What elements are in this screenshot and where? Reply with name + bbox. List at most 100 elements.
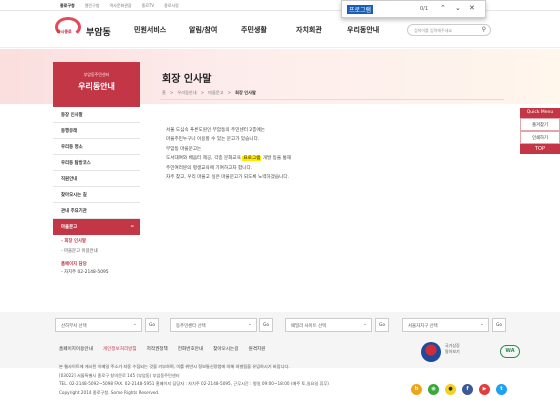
find-count: 0/1	[420, 6, 429, 12]
footer-links: 홈페이지이용안내 개인정보처리방침 저작권정책 전화번호안내 찾아오시는길 원격…	[59, 346, 265, 352]
sidebar-item[interactable]: 우리동 명소	[53, 139, 140, 155]
sidebar-subitem-current[interactable]: - 회장 인사말	[53, 235, 140, 245]
center-select[interactable]: 동주민센터 선택 ⌄	[170, 318, 257, 332]
topbar-link[interactable]: 종로TV	[142, 3, 155, 9]
sidebar-item-active[interactable]: 마을문고 –	[53, 219, 140, 235]
paragraph-line-highlight: 도서대여와 배움터 제공, 각종 문화교육 프로그램 개발 등을 통해	[166, 155, 446, 164]
text-span: 개발 등을 통해	[261, 156, 292, 162]
home-link[interactable]: 종로구청	[60, 3, 75, 9]
chevron-down-icon: ⌄	[247, 321, 252, 327]
minus-icon: –	[130, 222, 135, 230]
logo-text: 다시종로	[57, 29, 72, 34]
page-title: 회장 인사말	[162, 74, 212, 85]
footer-link[interactable]: 홈페이지이용안내	[59, 346, 93, 352]
paragraph-line: 자주 찾고, 우리 마을고 싶은 마을문고가 되도록 노력하겠습니다.	[166, 174, 290, 180]
footer-link[interactable]: 찾아오시는길	[213, 346, 238, 352]
breadcrumb-item[interactable]: 우리동안내	[177, 90, 196, 96]
paragraph-line: 주민여러분의 평생교육에 기여하고자 합니다.	[166, 165, 253, 171]
national-symbol-icon[interactable]	[421, 342, 441, 362]
bookmark-button[interactable]: 즐겨찾기	[520, 118, 560, 131]
chevron-up-icon[interactable]: ⌃	[440, 4, 446, 12]
gnb-item[interactable]: 알림/참여	[189, 25, 217, 35]
sidebar-item[interactable]: 동행유래	[53, 123, 140, 139]
go-button[interactable]: Go	[492, 318, 506, 332]
search-input[interactable]: 검색어를 입력해주세요 ⚲	[407, 24, 491, 36]
sidebar-active-label: 마을문고	[61, 225, 78, 230]
paragraph-line: 서울 도심속 푸른도원인 부암동의 주민센터 2층에는	[166, 128, 265, 133]
band-icon[interactable]: ◉	[428, 384, 439, 395]
sidebar-item[interactable]: 우리동 탐방코스	[53, 155, 140, 171]
address-line: 본 웹사이트에 게시된 이메일 주소가 자동 수집되는 것을 거부하며, 이를 …	[59, 364, 290, 369]
top-button[interactable]: TOP	[520, 144, 560, 154]
address-line: Copyright 2014 종로구청. Some Rights Reserve…	[59, 389, 160, 395]
web-accessibility-mark: WA	[500, 345, 520, 358]
find-in-page-bar: 프로그램 0/1 ⌃ ⌄ ✕	[341, 0, 486, 18]
facebook-icon[interactable]: f	[462, 384, 473, 395]
district-select[interactable]: 서울자치구 선택 ⌄	[402, 318, 489, 332]
close-icon[interactable]: ✕	[469, 4, 475, 12]
sidebar-item[interactable]: 찾아오시는 길	[53, 187, 140, 203]
sidebar-item[interactable]: 관내 주요기관	[53, 203, 140, 219]
breadcrumb-item[interactable]: 홈	[162, 90, 166, 96]
footer-link[interactable]: 원격지원	[248, 346, 265, 352]
family-site-select[interactable]: 패밀리 사이트 선택 ⌄	[285, 318, 372, 332]
search-icon[interactable]: ⚲	[482, 26, 486, 33]
footer-address: 본 웹사이트에 게시된 이메일 주소가 자동 수집되는 것을 거부하며, 이를 …	[59, 363, 329, 397]
go-button[interactable]: Go	[259, 318, 273, 332]
go-button[interactable]: Go	[375, 318, 389, 332]
breadcrumb-item[interactable]: 마을문고	[208, 90, 223, 96]
national-symbol-label[interactable]: 국가상징 알아보기	[445, 343, 460, 355]
quick-menu-title: Quick Menu	[520, 108, 560, 118]
sidebar-menu: 동장 인사말 동행유래 우리동 명소 우리동 탐방코스 직원안내 찾아오시는 길…	[53, 107, 140, 275]
print-button[interactable]: 인쇄하기	[520, 131, 560, 144]
gnb-item[interactable]: 우리동안내	[347, 25, 379, 35]
dept-select[interactable]: 산하부서 선택 ⌄	[55, 318, 142, 332]
kakao-icon[interactable]: ●	[445, 384, 456, 395]
topbar-link[interactable]: 종로사랑	[164, 3, 179, 9]
search-placeholder: 검색어를 입력해주세요	[414, 28, 453, 33]
go-button[interactable]: Go	[145, 318, 159, 332]
jongno-logo[interactable]: 다시종로	[53, 16, 85, 42]
footer-link[interactable]: 저작권정책	[147, 346, 168, 352]
sidebar-item[interactable]: 직원안내	[53, 171, 140, 187]
breadcrumb-sep: >	[169, 90, 174, 95]
gnb-item[interactable]: 민원서비스	[134, 25, 166, 35]
search-highlight: 프로그램	[242, 156, 262, 162]
sidebar-header: 부암동주민센터 우리동안내	[53, 62, 140, 107]
topbar-link[interactable]: 역사문화관광	[109, 3, 131, 9]
breadcrumb-sep: >	[200, 90, 205, 95]
chevron-down-icon: ⌄	[132, 321, 137, 327]
blog-icon[interactable]: b	[411, 384, 422, 395]
sidebar-subtitle: 부암동주민센터	[83, 72, 110, 77]
gnb-item[interactable]: 주민생활	[241, 25, 267, 35]
breadcrumb-current: 회장 인사말	[235, 90, 256, 95]
sidebar-item[interactable]: 동장 인사말	[53, 107, 140, 123]
address-line: [03022] 서울특별시 종로구 창의문로 145 (부암동) 부암동주민센터	[59, 372, 180, 378]
breadcrumb: 홈 > 우리동안내 > 마을문고 > 회장 인사말	[162, 90, 256, 96]
topbar-link[interactable]: 열린구청	[85, 3, 100, 9]
quick-menu: Quick Menu 즐겨찾기 인쇄하기 TOP	[520, 108, 560, 154]
twitter-icon[interactable]: t	[496, 384, 507, 395]
select-value: 패밀리 사이트 선택	[291, 324, 327, 329]
text-span: 도서대여와 배움터 제공, 각종 문화교육	[166, 156, 243, 162]
select-value: 동주민센터 선택	[176, 324, 206, 329]
find-input[interactable]: 프로그램	[347, 5, 374, 14]
chevron-down-icon: ⌄	[479, 321, 484, 327]
sidebar-subitem[interactable]: - 마을문고 이용안내	[53, 245, 140, 255]
gnb-item[interactable]: 자치회관	[296, 25, 322, 35]
privacy-link[interactable]: 개인정보처리방침	[103, 346, 137, 352]
address-line: TEL. 02-2148-5092~5098 FAX. 02-2148-5951…	[59, 381, 329, 387]
divider	[160, 99, 504, 100]
contact-info: 홈페이지 담당 - 자치주 02-2148-5095	[53, 261, 140, 275]
dong-name[interactable]: 부암동	[86, 25, 111, 38]
breadcrumb-sep: >	[227, 90, 232, 95]
paragraph-line: 부암동 마을문고는	[166, 146, 202, 152]
paragraph-line: 마을주민누구나 이용할 수 있는 문고가 있습니다.	[166, 137, 260, 143]
chevron-down-icon: ⌄	[362, 321, 367, 327]
select-value: 산하부서 선택	[61, 324, 87, 329]
youtube-icon[interactable]: ▶	[479, 384, 490, 395]
contact-value: - 자치주 02-2148-5095	[61, 270, 109, 275]
contact-label: 홈페이지 담당	[61, 262, 87, 267]
chevron-down-icon[interactable]: ⌄	[455, 4, 461, 12]
footer-link[interactable]: 전화번호안내	[178, 346, 203, 352]
